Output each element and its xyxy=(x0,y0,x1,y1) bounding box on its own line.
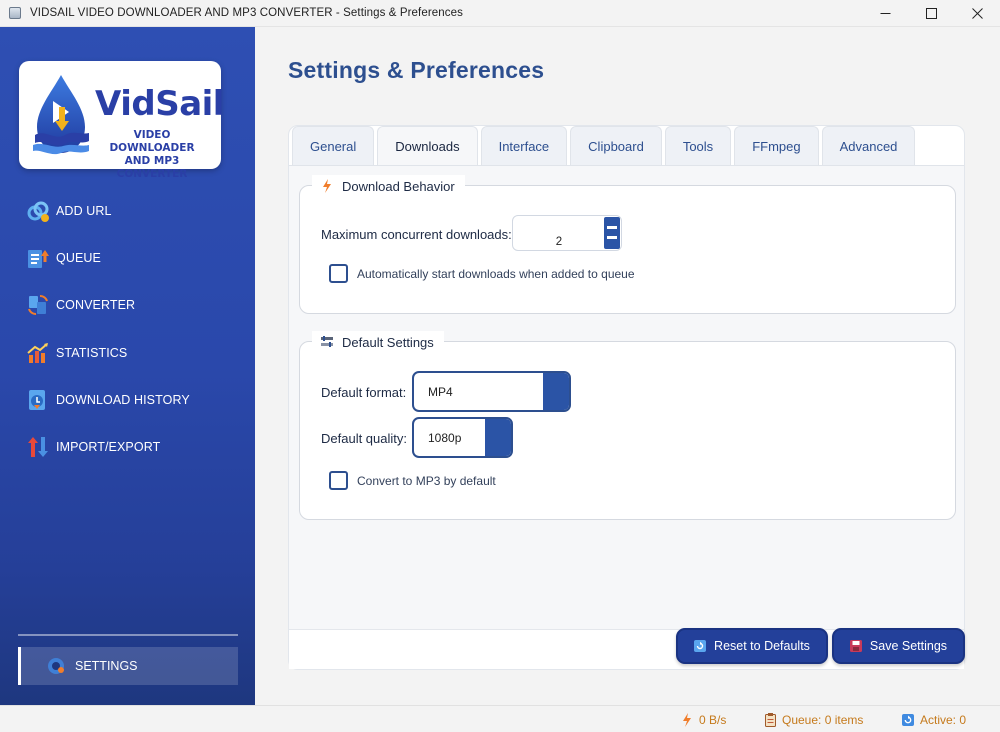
default-quality-label: Default quality: xyxy=(321,431,407,446)
reset-button-label: Reset to Defaults xyxy=(714,639,810,653)
reset-icon xyxy=(694,640,707,652)
tab-interface[interactable]: Interface xyxy=(480,126,568,165)
downloads-tab-content: Download Behavior Maximum concurrent dow… xyxy=(289,165,964,629)
speed-value: 0 B/s xyxy=(699,712,727,727)
tab-clipboard[interactable]: Clipboard xyxy=(570,126,662,165)
sidebar-item-label: QUEUE xyxy=(56,250,101,265)
history-icon xyxy=(26,388,50,412)
tab-advanced[interactable]: Advanced xyxy=(821,126,916,165)
default-format-value: MP4 xyxy=(428,385,453,399)
converter-icon xyxy=(26,293,50,317)
settings-panel: General Downloads Interface Clipboard To… xyxy=(288,125,965,670)
default-format-select[interactable]: MP4 xyxy=(412,371,571,412)
queue-count: Queue: 0 items xyxy=(782,712,864,727)
default-quality-value: 1080p xyxy=(428,431,462,445)
main-content: Settings & Preferences General Downloads… xyxy=(255,27,1000,705)
close-icon[interactable] xyxy=(954,0,1000,27)
speed-status: 0 B/s xyxy=(681,706,726,732)
queue-status: Queue: 0 items xyxy=(764,706,863,732)
lightning-icon xyxy=(320,179,334,193)
status-bar: 0 B/s Queue: 0 items Active: 0 xyxy=(0,705,1000,732)
tab-downloads[interactable]: Downloads xyxy=(377,126,478,165)
sidebar-item-converter[interactable]: CONVERTER xyxy=(0,282,255,329)
convert-mp3-label: Convert to MP3 by default xyxy=(357,473,496,488)
reset-defaults-button[interactable]: Reset to Defaults xyxy=(676,628,828,664)
clipboard-icon xyxy=(764,712,776,727)
default-settings-title-text: Default Settings xyxy=(342,334,434,350)
title-bar: VIDSAIL VIDEO DOWNLOADER AND MP3 CONVERT… xyxy=(0,0,1000,27)
page-title: Settings & Preferences xyxy=(288,57,545,83)
max-concurrent-label: Maximum concurrent downloads: xyxy=(321,227,512,242)
sidebar-nav: ADD URL QUEUE CONVERTER STATISTICS DOWNL… xyxy=(0,187,255,471)
window-title: VIDSAIL VIDEO DOWNLOADER AND MP3 CONVERT… xyxy=(30,7,463,19)
sidebar-item-label: IMPORT/EXPORT xyxy=(56,440,161,455)
logo-tagline-line2: AND MP3 CONVERTER xyxy=(116,155,188,180)
max-concurrent-spinbox[interactable]: 2 xyxy=(512,215,622,251)
sidebar-item-statistics[interactable]: STATISTICS xyxy=(0,329,255,376)
minimize-icon[interactable] xyxy=(862,0,908,27)
logo-tagline: VIDEO DOWNLOADER AND MP3 CONVERTER xyxy=(93,129,211,181)
chart-icon xyxy=(26,341,50,365)
sidebar-item-download-history[interactable]: DOWNLOAD HISTORY xyxy=(0,376,255,423)
auto-start-checkbox[interactable]: Automatically start downloads when added… xyxy=(329,264,635,283)
active-count: Active: 0 xyxy=(920,712,967,727)
tab-tools[interactable]: Tools xyxy=(664,126,732,165)
sidebar-item-import-export[interactable]: IMPORT/EXPORT xyxy=(0,423,255,470)
queue-icon xyxy=(26,246,50,270)
checkbox-box[interactable] xyxy=(329,471,348,490)
sidebar-item-queue[interactable]: QUEUE xyxy=(0,234,255,281)
drop-logo-icon xyxy=(33,75,89,155)
spin-down-icon[interactable] xyxy=(607,236,617,239)
sidebar: VidSail VIDEO DOWNLOADER AND MP3 CONVERT… xyxy=(0,27,255,705)
logo-wordmark: VidSail xyxy=(95,84,224,124)
tab-general[interactable]: General xyxy=(292,126,375,165)
checkbox-box[interactable] xyxy=(329,264,348,283)
auto-start-label: Automatically start downloads when added… xyxy=(357,266,635,281)
default-settings-title: Default Settings xyxy=(312,331,444,353)
sidebar-item-label: SETTINGS xyxy=(75,659,138,673)
download-behavior-group: Download Behavior Maximum concurrent dow… xyxy=(299,175,956,314)
refresh-icon xyxy=(902,713,914,727)
settings-footer: Reset to Defaults Save Settings xyxy=(289,628,965,669)
sidebar-item-settings[interactable]: SETTINGS xyxy=(18,647,238,685)
default-settings-group: Default Settings Default format: MP4 Def… xyxy=(299,331,956,520)
spin-up-icon[interactable] xyxy=(607,226,617,229)
tab-ffmpeg[interactable]: FFmpeg xyxy=(734,126,819,165)
link-icon xyxy=(26,199,50,223)
chevron-down-icon[interactable] xyxy=(485,419,511,456)
app-icon xyxy=(9,7,21,19)
logo: VidSail VIDEO DOWNLOADER AND MP3 CONVERT… xyxy=(19,61,224,180)
sidebar-item-label: DOWNLOAD HISTORY xyxy=(56,392,190,407)
save-settings-button[interactable]: Save Settings xyxy=(832,628,965,664)
sidebar-item-label: ADD URL xyxy=(56,203,112,218)
download-behavior-title-text: Download Behavior xyxy=(342,178,455,194)
sidebar-item-label: STATISTICS xyxy=(56,345,128,360)
max-concurrent-value: 2 xyxy=(555,236,563,248)
lightning-icon xyxy=(681,712,693,727)
default-quality-select[interactable]: 1080p xyxy=(412,417,513,458)
download-behavior-title: Download Behavior xyxy=(312,175,465,197)
floppy-disk-icon xyxy=(849,640,862,652)
window-controls xyxy=(862,0,1000,27)
spinbox-buttons[interactable] xyxy=(604,217,620,249)
chevron-down-icon[interactable] xyxy=(543,373,569,410)
gear-icon xyxy=(46,656,66,676)
sidebar-item-label: CONVERTER xyxy=(56,298,136,313)
settings-sliders-icon xyxy=(320,335,334,349)
active-status: Active: 0 xyxy=(902,706,966,732)
save-button-label: Save Settings xyxy=(869,639,948,653)
convert-mp3-checkbox[interactable]: Convert to MP3 by default xyxy=(329,471,496,490)
settings-tabs: General Downloads Interface Clipboard To… xyxy=(289,126,916,165)
default-format-label: Default format: xyxy=(321,385,407,400)
maximize-icon[interactable] xyxy=(908,0,954,27)
sidebar-divider xyxy=(18,634,238,636)
sidebar-item-add-url[interactable]: ADD URL xyxy=(0,187,255,234)
import-export-icon xyxy=(26,435,50,459)
logo-tagline-line1: VIDEO DOWNLOADER xyxy=(109,129,195,154)
